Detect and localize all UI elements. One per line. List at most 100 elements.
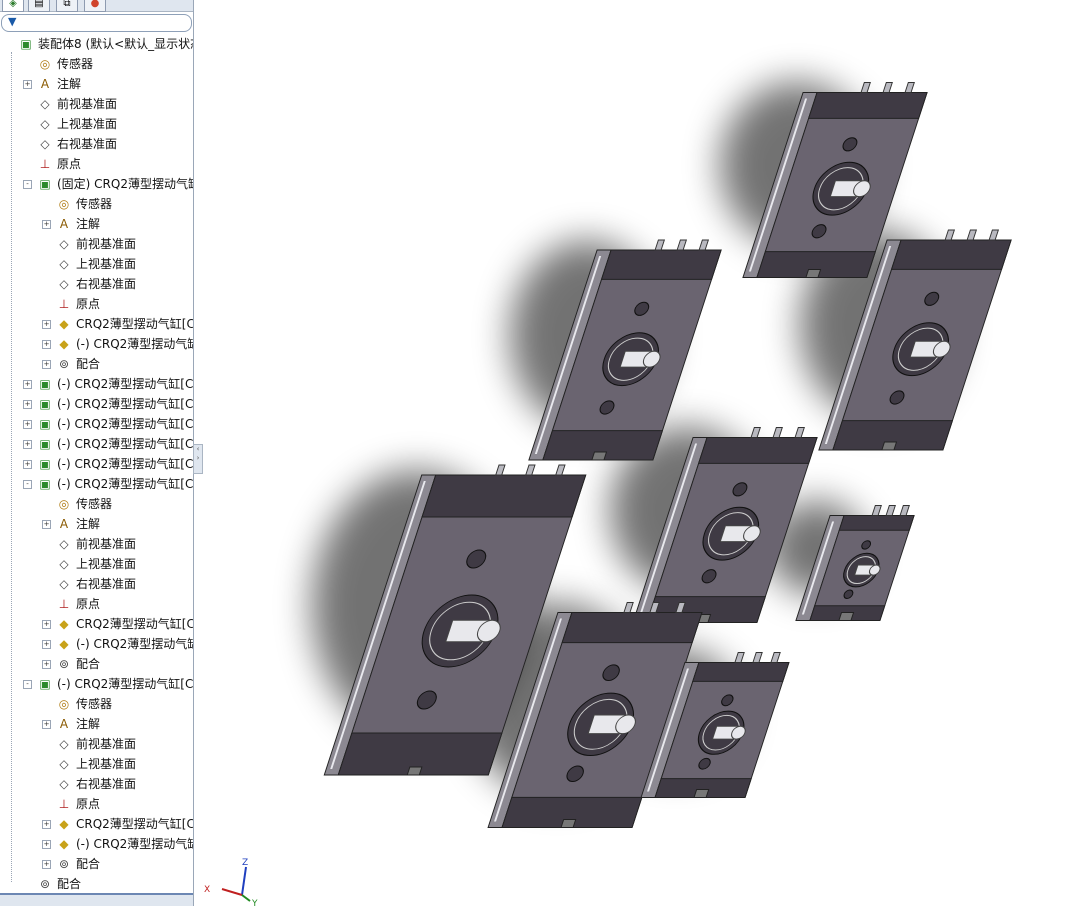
model-fitting <box>698 239 710 251</box>
tree-item[interactable]: ◇ 右视基准面 <box>0 574 193 594</box>
model-fitting <box>555 464 566 476</box>
tree-item[interactable]: ◇ 上视基准面 <box>0 554 193 574</box>
tree-item[interactable]: + ▣ (-) CRQ2薄型摆动气缸[CDR <box>0 434 193 454</box>
tree-item[interactable]: ◇ 前视基准面 <box>0 234 193 254</box>
model-fitting <box>770 652 781 663</box>
expand-icon[interactable]: + <box>42 720 51 729</box>
expand-icon[interactable]: + <box>23 440 32 449</box>
expand-icon[interactable]: + <box>42 340 51 349</box>
expand-icon[interactable]: + <box>42 520 51 529</box>
tree-item[interactable]: ⊥ 原点 <box>0 794 193 814</box>
tree-item[interactable]: + ◆ (-) CRQ2薄型摆动气缸[C <box>0 334 193 354</box>
tree-item[interactable]: ◇ 右视基准面 <box>0 274 193 294</box>
tree-item[interactable]: + ▣ (-) CRQ2薄型摆动气缸[CRQ <box>0 414 193 434</box>
tree-item[interactable]: ⊥ 原点 <box>0 594 193 614</box>
tree-item[interactable]: -▣ (-) CRQ2薄型摆动气缸[CRC <box>0 674 193 694</box>
tree-item[interactable]: ⊥ 原点 <box>0 294 193 314</box>
feature-manager-panel: ◈ ▤ ⧉ ● ▼ ▣ 装配体8 (默认<默认_显示状态- ◎ 传感器 + A 注解 ◇ 前视基… <box>0 0 194 906</box>
tree-item[interactable]: + ◆ CRQ2薄型摆动气缸[CDF <box>0 314 193 334</box>
expand-icon[interactable]: + <box>23 400 32 409</box>
tree-item[interactable]: + ▣ (-) CRQ2薄型摆动气缸[CRC <box>0 454 193 474</box>
tree-item[interactable]: ◎ 传感器 <box>0 54 193 74</box>
tree-item-label: 上视基准面 <box>76 757 137 771</box>
tree-item[interactable]: ▣ 装配体8 (默认<默认_显示状态- <box>0 34 193 54</box>
model-top-cap <box>838 515 915 531</box>
expand-icon[interactable]: + <box>42 620 51 629</box>
tree-item[interactable]: ◇ 前视基准面 <box>0 534 193 554</box>
tree-filter-input[interactable]: ▼ <box>1 14 192 32</box>
tree-item[interactable]: + ⊚ 配合 <box>0 854 193 874</box>
tree-item-label: 传感器 <box>57 57 94 71</box>
collapse-icon[interactable]: - <box>23 680 32 689</box>
expand-icon[interactable]: + <box>42 860 51 869</box>
appearance-tab[interactable]: ● <box>84 0 106 12</box>
tree-item[interactable]: ◇ 右视基准面 <box>0 134 193 154</box>
plane-icon: ◇ <box>59 257 69 271</box>
tree-item[interactable]: + ⊚ 配合 <box>0 654 193 674</box>
expand-icon[interactable]: + <box>42 360 51 369</box>
tree-item[interactable]: + ▣ (-) CRQ2薄型摆动气缸[CDR <box>0 374 193 394</box>
tree-item[interactable]: ◎ 传感器 <box>0 694 193 714</box>
part-icon: ◆ <box>59 817 69 831</box>
configuration-manager-tab[interactable]: ⧉ <box>56 0 78 12</box>
tree-item[interactable]: + A 注解 <box>0 214 193 234</box>
expand-icon[interactable]: + <box>42 840 51 849</box>
collapse-icon[interactable]: - <box>23 180 32 189</box>
tree-item[interactable]: + ▣ (-) CRQ2薄型摆动气缸[CRC <box>0 394 193 414</box>
feature-manager-tab[interactable]: ◈ <box>2 0 24 12</box>
expand-icon[interactable]: + <box>23 380 32 389</box>
expand-icon[interactable]: + <box>42 220 51 229</box>
tree-item-label: 配合 <box>57 877 82 891</box>
tree-item[interactable]: + ◆ CRQ2薄型摆动气缸[CDF <box>0 614 193 634</box>
tree-item[interactable]: + A 注解 <box>0 514 193 534</box>
tree-item-label: 配合 <box>76 657 101 671</box>
tree-item[interactable]: -▣ (固定) CRQ2薄型摆动气缸[C <box>0 174 193 194</box>
model-fitting <box>860 82 871 93</box>
tree-item-label: 前视基准面 <box>76 537 137 551</box>
expand-icon[interactable]: + <box>42 660 51 669</box>
model-fitting <box>734 652 745 663</box>
tree-item[interactable]: ◇ 前视基准面 <box>0 734 193 754</box>
tree-item[interactable]: ⊥ 原点 <box>0 154 193 174</box>
tree-item[interactable]: + A 注解 <box>0 714 193 734</box>
tree-item-label: (-) CRQ2薄型摆动气缸[CDR <box>57 437 193 451</box>
tree-item[interactable]: ◇ 上视基准面 <box>0 754 193 774</box>
tree-item[interactable]: ◇ 上视基准面 <box>0 254 193 274</box>
tree-item[interactable]: + ◆ (-) CRQ2薄型摆动气缸[C <box>0 634 193 654</box>
tree-item[interactable]: + A 注解 <box>0 74 193 94</box>
tree-item[interactable]: ◇ 前视基准面 <box>0 94 193 114</box>
expand-icon[interactable]: + <box>42 320 51 329</box>
subassembly-icon: ▣ <box>39 477 51 491</box>
tree-item[interactable]: + ◆ CRQ2薄型摆动气缸[CRC <box>0 814 193 834</box>
tree-item-label: 上视基准面 <box>76 557 137 571</box>
model-top-cap <box>807 92 928 119</box>
expand-icon[interactable]: + <box>23 460 32 469</box>
tree-item[interactable]: + ⊚ 配合 <box>0 354 193 374</box>
model-key-slot <box>881 441 898 451</box>
expand-icon[interactable]: + <box>23 420 32 429</box>
expand-icon[interactable]: + <box>42 640 51 649</box>
tree-item[interactable]: -▣ (-) CRQ2薄型摆动气缸[CDR <box>0 474 193 494</box>
mate-icon: ⊚ <box>39 877 51 891</box>
tree-item[interactable]: ◇ 右视基准面 <box>0 774 193 794</box>
tree-item-label: 右视基准面 <box>76 577 137 591</box>
origin-icon: ⊥ <box>39 157 51 171</box>
expand-icon[interactable]: + <box>42 820 51 829</box>
tree-item[interactable]: ⊚ 配合 <box>0 874 193 894</box>
tree-item-label: CRQ2薄型摆动气缸[CDF <box>76 317 193 331</box>
graphics-viewport[interactable]: Z X Y <box>202 0 1089 906</box>
tree-item[interactable]: ◇ 上视基准面 <box>0 114 193 134</box>
tree-item[interactable]: ◎ 传感器 <box>0 194 193 214</box>
tree-item-label: 配合 <box>76 357 101 371</box>
subassembly-icon: ▣ <box>39 417 51 431</box>
tree-item-label: 右视基准面 <box>57 137 118 151</box>
tree-item[interactable]: + ◆ (-) CRQ2薄型摆动气缸[C <box>0 834 193 854</box>
subassembly-icon: ▣ <box>39 457 51 471</box>
tree-item-label: 上视基准面 <box>57 117 118 131</box>
collapse-icon[interactable]: - <box>23 480 32 489</box>
tree-item[interactable]: ◎ 传感器 <box>0 494 193 514</box>
tree-item-label: (-) CRQ2薄型摆动气缸[C <box>76 337 193 351</box>
property-manager-tab[interactable]: ▤ <box>28 0 50 12</box>
expand-icon[interactable]: + <box>23 80 32 89</box>
tree-item-label: (-) CRQ2薄型摆动气缸[CRC <box>57 457 193 471</box>
